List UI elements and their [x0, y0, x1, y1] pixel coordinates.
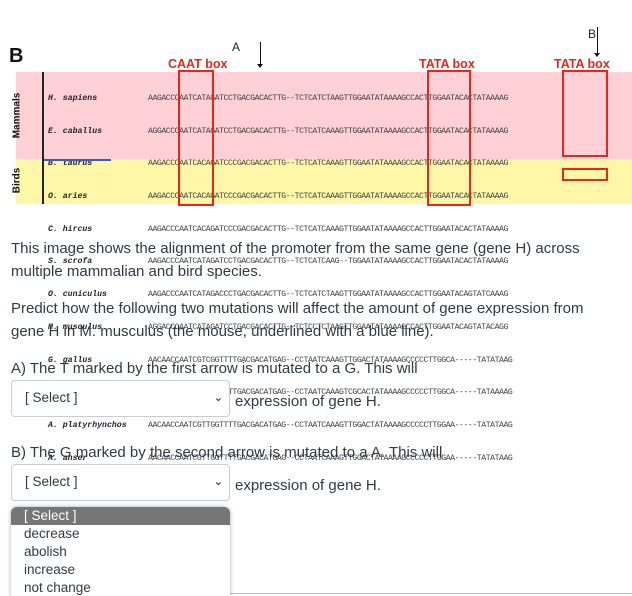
part-a-suffix: expression of gene H.	[235, 393, 381, 410]
alignment-figure: B A B CAAT box TATA box TATA box Mammals…	[0, 0, 632, 463]
caat-box-outline	[178, 70, 214, 206]
arrow-a-head-icon	[257, 64, 263, 68]
mammals-group-label: Mammals	[11, 92, 23, 139]
dropdown-option-decrease[interactable]: decrease	[11, 525, 230, 543]
arrow-b-label: B	[588, 27, 597, 41]
species-name: C. hircus	[48, 224, 93, 234]
part-b-text: B) The G marked by the second arrow is m…	[11, 444, 443, 461]
part-b-select-value: [ Select ]	[25, 474, 78, 489]
chevron-down-icon: ⌄	[213, 392, 223, 404]
birds-group-label: Birds	[11, 167, 23, 194]
part-a-select[interactable]: [ Select ] ⌄	[11, 380, 230, 417]
question-intro: This image shows the alignment of the pr…	[11, 240, 580, 280]
divider	[230, 593, 632, 594]
sequence-row: AACAACCAATCGTTGGTTTTGACGACATGAG--CCTAATC…	[148, 421, 513, 430]
species-name: O. aries	[48, 191, 88, 201]
tata-box-outline-1	[427, 70, 471, 206]
part-b-suffix: expression of gene H.	[235, 477, 381, 494]
chevron-down-icon: ⌄	[213, 476, 223, 488]
sequence-row: AAGACCCAATCACAGATCCCGACGACACTTG--TCTCATC…	[148, 224, 508, 234]
species-name: A. platyrhynchos	[48, 421, 127, 430]
arrow-a-label: A	[232, 40, 241, 54]
dropdown-option-abolish[interactable]: abolish	[11, 543, 230, 561]
caat-box-title: CAAT box	[168, 57, 228, 71]
dropdown-option-select[interactable]: [ Select ]	[11, 507, 230, 525]
tata-box-outline-chinensis	[562, 168, 608, 181]
part-b-select[interactable]: [ Select ] ⌄	[11, 464, 230, 501]
dropdown-option-not-change[interactable]: not change	[11, 579, 230, 596]
tata-box-outline-2	[562, 70, 608, 157]
part-b-dropdown-menu[interactable]: [ Select ] decrease abolish increase not…	[11, 507, 230, 596]
question-prompt: Predict how the following two mutations …	[11, 300, 584, 340]
part-a-text: A) The T marked by the first arrow is mu…	[11, 360, 418, 377]
species-name: E. caballus	[48, 126, 103, 136]
dropdown-option-increase[interactable]: increase	[11, 561, 230, 579]
arrow-b-line	[597, 27, 598, 54]
species-name: B. taurus	[48, 159, 93, 169]
mouse-underline	[44, 159, 111, 161]
group-divider	[42, 72, 44, 204]
tata-box-title-2: TATA box	[554, 57, 610, 71]
species-name: H. sapiens	[48, 93, 98, 103]
tata-box-title-1: TATA box	[419, 57, 475, 71]
panel-letter: B	[9, 45, 24, 67]
arrow-a-line	[260, 42, 261, 65]
part-a-select-value: [ Select ]	[25, 390, 78, 405]
